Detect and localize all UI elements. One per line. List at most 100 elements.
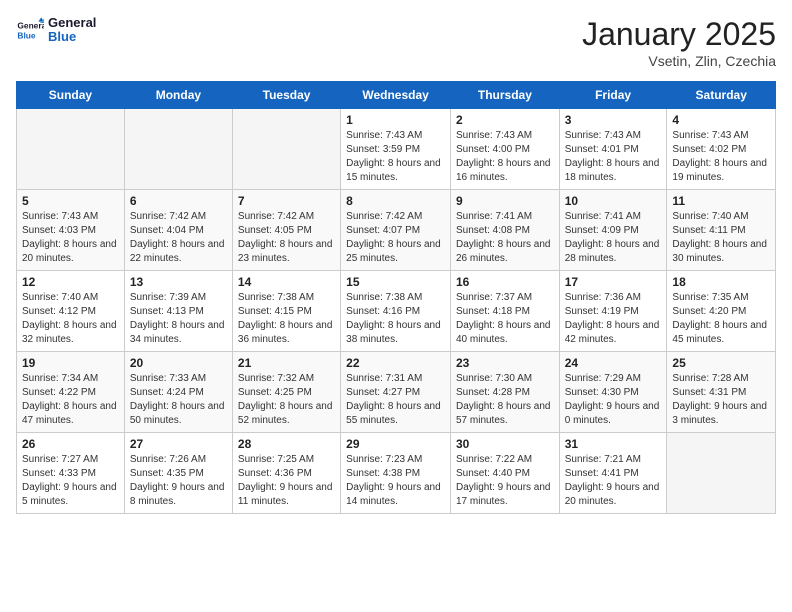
calendar-table: SundayMondayTuesdayWednesdayThursdayFrid… xyxy=(16,81,776,514)
day-info: Sunrise: 7:38 AM Sunset: 4:16 PM Dayligh… xyxy=(346,291,445,347)
day-number: 26 xyxy=(22,437,119,451)
page-header: General Blue General Blue January 2025 V… xyxy=(16,16,776,69)
weekday-header-cell: Monday xyxy=(124,82,232,109)
calendar-cell: 17 Sunrise: 7:36 AM Sunset: 4:19 PM Dayli… xyxy=(559,271,667,352)
day-number: 14 xyxy=(238,275,335,289)
day-info: Sunrise: 7:22 AM Sunset: 4:40 PM Dayligh… xyxy=(456,453,554,509)
calendar-cell: 2 Sunrise: 7:43 AM Sunset: 4:00 PM Daylig… xyxy=(450,109,559,190)
day-number: 31 xyxy=(565,437,662,451)
day-number: 17 xyxy=(565,275,662,289)
day-number: 28 xyxy=(238,437,335,451)
day-info: Sunrise: 7:42 AM Sunset: 4:04 PM Dayligh… xyxy=(130,210,227,266)
calendar-cell: 6 Sunrise: 7:42 AM Sunset: 4:04 PM Daylig… xyxy=(124,190,232,271)
day-number: 12 xyxy=(22,275,119,289)
day-number: 22 xyxy=(346,356,445,370)
weekday-header-cell: Sunday xyxy=(17,82,125,109)
day-number: 10 xyxy=(565,194,662,208)
calendar-cell: 29 Sunrise: 7:23 AM Sunset: 4:38 PM Dayli… xyxy=(341,433,451,514)
day-number: 30 xyxy=(456,437,554,451)
day-info: Sunrise: 7:43 AM Sunset: 3:59 PM Dayligh… xyxy=(346,129,445,185)
day-info: Sunrise: 7:42 AM Sunset: 4:05 PM Dayligh… xyxy=(238,210,335,266)
calendar-cell: 31Sunrise: 7:21 AM Sunset: 4:41 PM Dayli… xyxy=(559,433,667,514)
calendar-cell: 8 Sunrise: 7:42 AM Sunset: 4:07 PM Daylig… xyxy=(341,190,451,271)
day-info: Sunrise: 7:34 AM Sunset: 4:22 PM Dayligh… xyxy=(22,372,119,428)
calendar-cell: 21Sunrise: 7:32 AM Sunset: 4:25 PM Dayli… xyxy=(232,352,340,433)
calendar-week-row: 12 Sunrise: 7:40 AM Sunset: 4:12 PM Dayli… xyxy=(17,271,776,352)
weekday-header-cell: Wednesday xyxy=(341,82,451,109)
calendar-cell: 28Sunrise: 7:25 AM Sunset: 4:36 PM Dayli… xyxy=(232,433,340,514)
calendar-cell: 15 Sunrise: 7:38 AM Sunset: 4:16 PM Dayli… xyxy=(341,271,451,352)
calendar-cell xyxy=(124,109,232,190)
calendar-cell: 30 Sunrise: 7:22 AM Sunset: 4:40 PM Dayli… xyxy=(450,433,559,514)
day-info: Sunrise: 7:43 AM Sunset: 4:03 PM Dayligh… xyxy=(22,210,119,266)
day-number: 8 xyxy=(346,194,445,208)
calendar-cell: 16Sunrise: 7:37 AM Sunset: 4:18 PM Dayli… xyxy=(450,271,559,352)
page-title: January 2025 xyxy=(582,16,776,53)
day-number: 20 xyxy=(130,356,227,370)
logo: General Blue General Blue xyxy=(16,16,96,45)
day-number: 24 xyxy=(565,356,662,370)
weekday-header-cell: Thursday xyxy=(450,82,559,109)
calendar-cell: 23 Sunrise: 7:30 AM Sunset: 4:28 PM Dayli… xyxy=(450,352,559,433)
calendar-week-row: 19 Sunrise: 7:34 AM Sunset: 4:22 PM Dayli… xyxy=(17,352,776,433)
logo-text-general: General xyxy=(48,16,96,30)
calendar-cell: 7 Sunrise: 7:42 AM Sunset: 4:05 PM Daylig… xyxy=(232,190,340,271)
day-info: Sunrise: 7:35 AM Sunset: 4:20 PM Dayligh… xyxy=(672,291,770,347)
calendar-cell: 19 Sunrise: 7:34 AM Sunset: 4:22 PM Dayli… xyxy=(17,352,125,433)
day-info: Sunrise: 7:31 AM Sunset: 4:27 PM Dayligh… xyxy=(346,372,445,428)
svg-text:General: General xyxy=(17,21,44,31)
day-info: Sunrise: 7:27 AM Sunset: 4:33 PM Dayligh… xyxy=(22,453,119,509)
day-info: Sunrise: 7:43 AM Sunset: 4:00 PM Dayligh… xyxy=(456,129,554,185)
day-number: 11 xyxy=(672,194,770,208)
day-info: Sunrise: 7:23 AM Sunset: 4:38 PM Dayligh… xyxy=(346,453,445,509)
day-info: Sunrise: 7:36 AM Sunset: 4:19 PM Dayligh… xyxy=(565,291,662,347)
day-info: Sunrise: 7:43 AM Sunset: 4:02 PM Dayligh… xyxy=(672,129,770,185)
day-number: 21 xyxy=(238,356,335,370)
day-info: Sunrise: 7:30 AM Sunset: 4:28 PM Dayligh… xyxy=(456,372,554,428)
calendar-cell: 10 Sunrise: 7:41 AM Sunset: 4:09 PM Dayli… xyxy=(559,190,667,271)
logo-text-blue: Blue xyxy=(48,30,96,44)
calendar-cell: 24Sunrise: 7:29 AM Sunset: 4:30 PM Dayli… xyxy=(559,352,667,433)
weekday-header-row: SundayMondayTuesdayWednesdayThursdayFrid… xyxy=(17,82,776,109)
day-number: 2 xyxy=(456,113,554,127)
day-info: Sunrise: 7:40 AM Sunset: 4:12 PM Dayligh… xyxy=(22,291,119,347)
calendar-cell: 20 Sunrise: 7:33 AM Sunset: 4:24 PM Dayli… xyxy=(124,352,232,433)
day-info: Sunrise: 7:33 AM Sunset: 4:24 PM Dayligh… xyxy=(130,372,227,428)
logo-icon: General Blue xyxy=(16,16,44,44)
calendar-cell: 18 Sunrise: 7:35 AM Sunset: 4:20 PM Dayli… xyxy=(667,271,776,352)
weekday-header-cell: Friday xyxy=(559,82,667,109)
day-info: Sunrise: 7:37 AM Sunset: 4:18 PM Dayligh… xyxy=(456,291,554,347)
day-number: 5 xyxy=(22,194,119,208)
svg-text:Blue: Blue xyxy=(17,31,35,41)
title-section: January 2025 Vsetin, Zlin, Czechia xyxy=(582,16,776,69)
day-number: 19 xyxy=(22,356,119,370)
day-number: 29 xyxy=(346,437,445,451)
calendar-cell xyxy=(17,109,125,190)
calendar-cell: 12 Sunrise: 7:40 AM Sunset: 4:12 PM Dayli… xyxy=(17,271,125,352)
day-info: Sunrise: 7:39 AM Sunset: 4:13 PM Dayligh… xyxy=(130,291,227,347)
day-info: Sunrise: 7:40 AM Sunset: 4:11 PM Dayligh… xyxy=(672,210,770,266)
day-number: 23 xyxy=(456,356,554,370)
calendar-week-row: 1 Sunrise: 7:43 AM Sunset: 3:59 PM Daylig… xyxy=(17,109,776,190)
day-number: 25 xyxy=(672,356,770,370)
calendar-cell: 1 Sunrise: 7:43 AM Sunset: 3:59 PM Daylig… xyxy=(341,109,451,190)
day-info: Sunrise: 7:28 AM Sunset: 4:31 PM Dayligh… xyxy=(672,372,770,428)
day-number: 13 xyxy=(130,275,227,289)
calendar-cell: 5 Sunrise: 7:43 AM Sunset: 4:03 PM Daylig… xyxy=(17,190,125,271)
day-info: Sunrise: 7:41 AM Sunset: 4:09 PM Dayligh… xyxy=(565,210,662,266)
day-number: 18 xyxy=(672,275,770,289)
day-number: 6 xyxy=(130,194,227,208)
day-info: Sunrise: 7:26 AM Sunset: 4:35 PM Dayligh… xyxy=(130,453,227,509)
day-number: 15 xyxy=(346,275,445,289)
weekday-header-cell: Tuesday xyxy=(232,82,340,109)
day-number: 4 xyxy=(672,113,770,127)
calendar-cell: 27 Sunrise: 7:26 AM Sunset: 4:35 PM Dayli… xyxy=(124,433,232,514)
calendar-cell xyxy=(667,433,776,514)
page-subtitle: Vsetin, Zlin, Czechia xyxy=(582,53,776,69)
calendar-cell: 9Sunrise: 7:41 AM Sunset: 4:08 PM Daylig… xyxy=(450,190,559,271)
day-number: 7 xyxy=(238,194,335,208)
calendar-cell: 25 Sunrise: 7:28 AM Sunset: 4:31 PM Dayli… xyxy=(667,352,776,433)
day-number: 27 xyxy=(130,437,227,451)
day-number: 1 xyxy=(346,113,445,127)
day-info: Sunrise: 7:42 AM Sunset: 4:07 PM Dayligh… xyxy=(346,210,445,266)
